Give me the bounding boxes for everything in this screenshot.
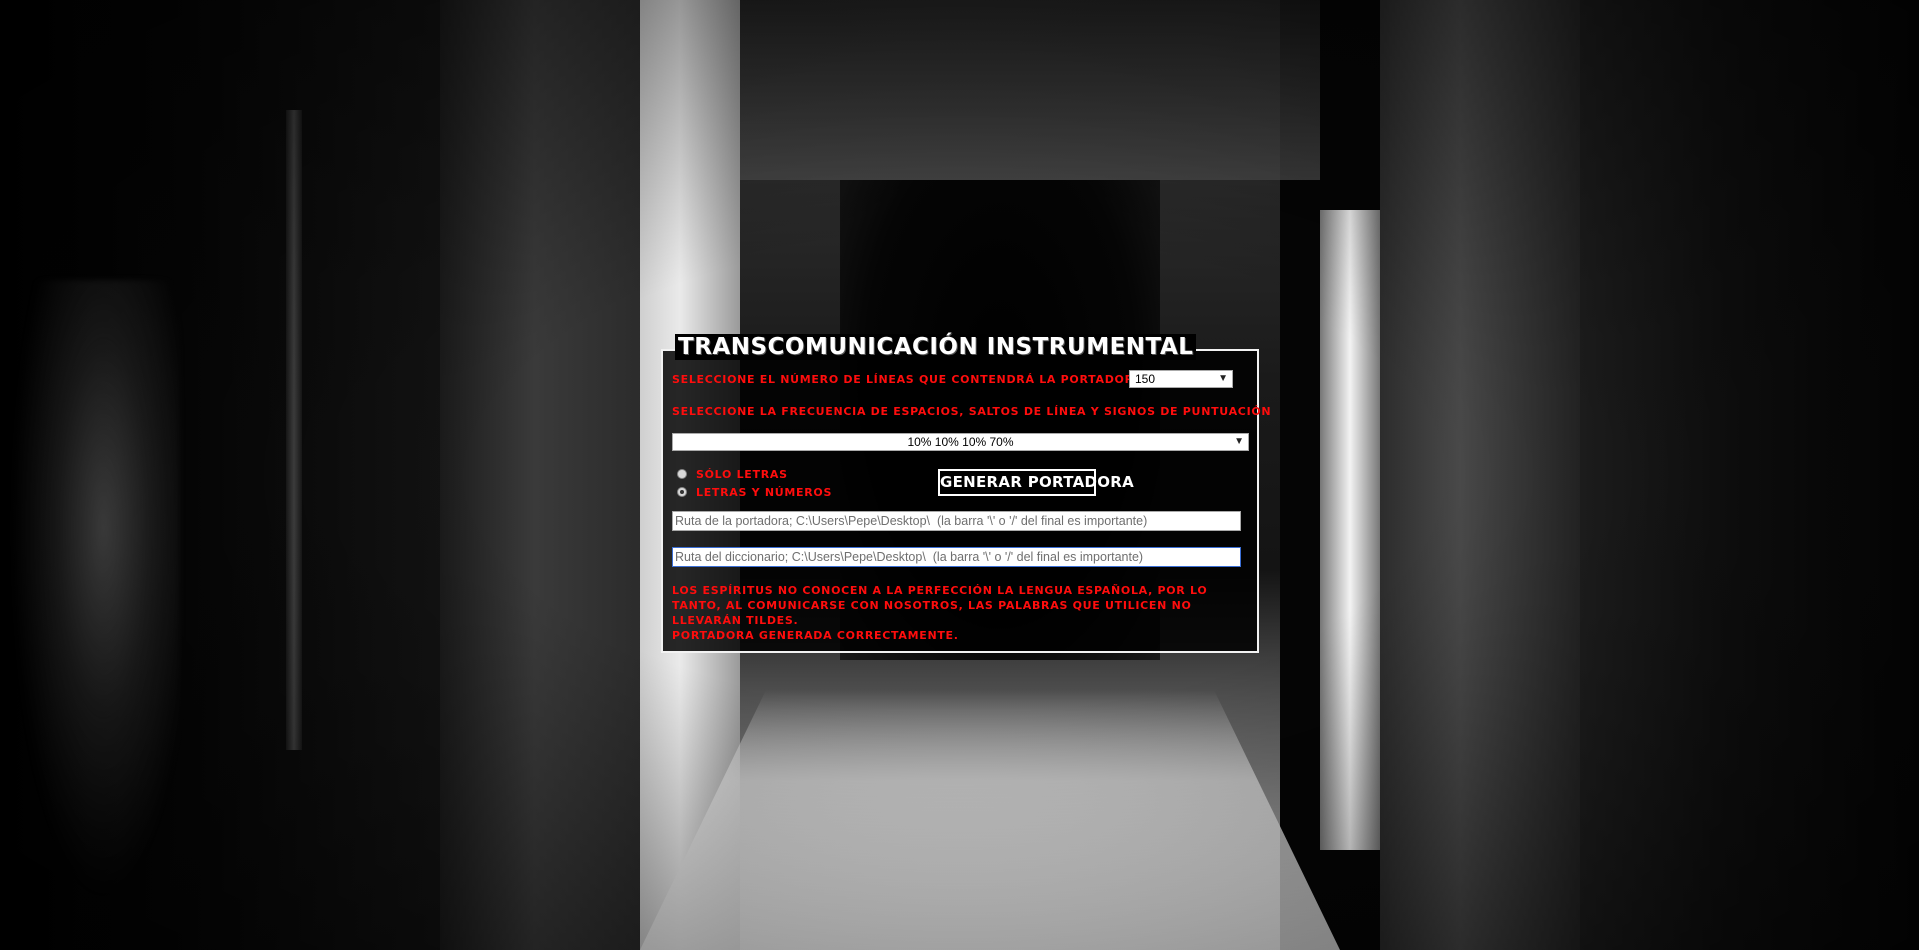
lines-select[interactable]: 150 ▼: [1129, 370, 1233, 388]
radio-option-letters[interactable]: Sólo letras: [677, 467, 788, 481]
lines-select-value: 150: [1135, 372, 1156, 386]
radio-option-letters-numbers[interactable]: Letras y números: [677, 485, 832, 499]
carrier-path-input[interactable]: [672, 511, 1241, 531]
chevron-down-icon: ▼: [1218, 373, 1228, 384]
form-panel: Transcomunicación instrumental Seleccion…: [661, 334, 1271, 653]
chevron-down-icon: ▼: [1234, 436, 1244, 447]
generate-carrier-button[interactable]: Generar portadora: [938, 469, 1134, 496]
frequency-select-value: 10% 10% 10% 70%: [907, 435, 1014, 449]
status-message: Portadora generada correctamente.: [672, 629, 959, 642]
radio-letters-numbers[interactable]: [677, 487, 687, 497]
page-title: Transcomunicación instrumental: [675, 334, 1197, 360]
spirits-note: Los espíritus no conocen a la perfección…: [672, 584, 1208, 627]
radio-letters[interactable]: [677, 469, 687, 479]
frequency-select[interactable]: 10% 10% 10% 70% ▼: [672, 433, 1249, 451]
radio-letters-numbers-label: Letras y números: [696, 485, 833, 499]
dictionary-path-input[interactable]: [672, 547, 1241, 567]
lines-label: Seleccione el número de líneas que conte…: [672, 373, 1143, 386]
radio-letters-label: Sólo letras: [696, 467, 788, 481]
frequency-label: Seleccione la frecuencia de espacios, sa…: [672, 405, 1272, 418]
